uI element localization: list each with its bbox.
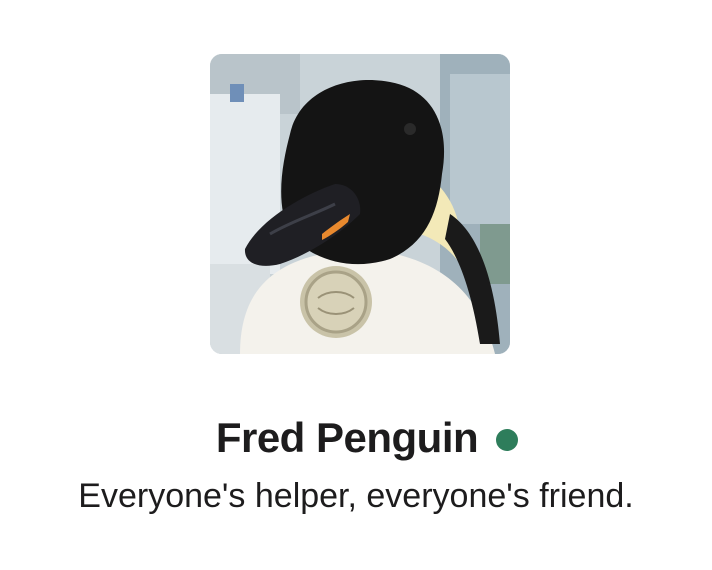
profile-card: Fred Penguin Everyone's helper, everyone… bbox=[0, 0, 712, 570]
display-name[interactable]: Fred Penguin bbox=[216, 417, 479, 459]
penguin-photo-icon bbox=[210, 54, 510, 354]
status-text: Everyone's helper, everyone's friend. bbox=[78, 477, 634, 515]
presence-active-icon bbox=[496, 429, 519, 451]
avatar[interactable] bbox=[210, 54, 510, 354]
name-row: Fred Penguin bbox=[0, 410, 712, 466]
